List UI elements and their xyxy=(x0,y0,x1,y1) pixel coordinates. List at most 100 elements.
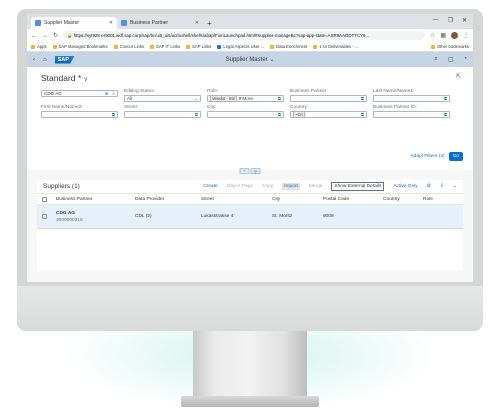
bookmark-folder[interactable]: SAP IT Links xyxy=(150,44,180,49)
sap-logo[interactable]: SAP xyxy=(54,55,75,64)
share-icon[interactable]: ⇱ xyxy=(456,73,461,80)
partner-id: 3000000316 xyxy=(56,217,83,223)
create-button[interactable]: Create xyxy=(203,184,217,189)
street-input[interactable]: ⧉ xyxy=(124,111,201,118)
star-icon[interactable]: ☆ xyxy=(430,32,435,39)
home-icon[interactable]: ⌂ xyxy=(43,57,47,63)
import-button[interactable]: Import xyxy=(282,183,300,190)
clear-icon[interactable]: ⊗ xyxy=(105,91,109,97)
merge-button[interactable]: Merge xyxy=(309,184,323,189)
search-icon[interactable]: ⌕ xyxy=(112,91,115,96)
pin-header-icon[interactable]: ⚲ xyxy=(250,168,261,174)
value-help-icon[interactable]: ⧉ xyxy=(112,112,115,117)
bookmark-folder[interactable]: Data Enrichment xyxy=(270,44,307,49)
data-provider-cell: CDL (2) xyxy=(135,214,152,219)
bookmark-folder[interactable]: 1 UI Deliverables - ... xyxy=(313,44,358,49)
value-help-icon[interactable]: ⧉ xyxy=(444,96,447,101)
reload-icon[interactable]: ↻ xyxy=(53,32,58,39)
value-help-icon[interactable]: ⧉ xyxy=(361,96,364,101)
back-icon[interactable]: ‹ xyxy=(33,57,35,63)
new-tab-icon[interactable]: + xyxy=(207,19,212,28)
select-value: All xyxy=(127,96,133,101)
business-partner-input[interactable]: ⧉ xyxy=(290,95,367,102)
value-help-icon[interactable]: ⧉ xyxy=(278,96,281,101)
forward-icon[interactable]: → xyxy=(42,33,48,39)
show-external-details-button[interactable]: Show External Details xyxy=(331,182,385,191)
country-input[interactable]: ~Cn ⧉ xyxy=(290,111,367,118)
minimize-icon[interactable]: — xyxy=(433,17,439,24)
select-all-checkbox[interactable] xyxy=(42,196,47,202)
value-help-icon[interactable]: ⧉ xyxy=(195,112,198,117)
lock-icon: 🔒 xyxy=(67,32,74,38)
notifications-icon[interactable]: ▢ xyxy=(448,56,454,63)
bookmark-folder[interactable]: Concur Links xyxy=(113,44,144,49)
chevron-down-icon: ⌄ xyxy=(194,95,198,101)
url-text: https://syt928-er9001.wdf.sap.corp/sap/b… xyxy=(73,33,370,38)
table-row[interactable]: ✓ CDG AG 3000000316 CDL (2) Lukasstrasse… xyxy=(37,205,463,229)
bookmark-folder[interactable]: SAP Links xyxy=(186,44,211,49)
active-only-button[interactable]: Active Only xyxy=(393,184,417,189)
filter-label: Business Partner ID: xyxy=(373,105,417,110)
bookmark-label: 1 UI Deliverables - ... xyxy=(319,44,359,49)
adapt-filters-button[interactable]: Adapt Filters (3) xyxy=(410,154,444,159)
object-page-button[interactable]: Object Page xyxy=(227,184,253,189)
close-tab-icon[interactable]: ✕ xyxy=(109,20,113,26)
value-help-icon[interactable]: ⧉ xyxy=(361,112,364,117)
app-title[interactable]: Supplier Master ⌄ xyxy=(226,56,275,63)
column-header[interactable]: Country xyxy=(383,197,423,202)
bookmark-label: Legal Aspects User ... xyxy=(223,44,265,49)
go-button[interactable]: Go xyxy=(448,152,463,161)
export-icon[interactable]: ⇩ xyxy=(440,184,444,189)
value-help-icon[interactable]: ⧉ xyxy=(278,112,281,117)
close-window-icon[interactable]: ✕ xyxy=(462,17,467,24)
role-multi-input[interactable]: Vendor - Intl 9 More ⧉ xyxy=(207,95,284,102)
filter-bar: Standard * ∨ ⇱ CDG AG ⊗ ⌕ Editing Status… xyxy=(27,67,473,174)
more-tokens-link[interactable]: 9 More xyxy=(239,96,253,101)
row-checkbox[interactable]: ✓ xyxy=(42,214,47,219)
header-toggle: ⌃ ⚲ xyxy=(239,168,261,174)
browser-tab-supplier-master[interactable]: Supplier Master ✕ xyxy=(31,17,117,29)
bookmark-label: SAP Managed Bookmarks xyxy=(58,44,108,49)
column-header[interactable]: Business Partner xyxy=(56,197,135,202)
bookmark-label: Other bookmarks xyxy=(436,44,469,49)
settings-icon[interactable]: ⚙ xyxy=(427,184,431,189)
search-icon[interactable]: ⌕ xyxy=(434,56,437,63)
country-token[interactable]: ~Cn xyxy=(293,111,305,118)
copy-button[interactable]: Copy xyxy=(262,184,273,189)
column-header[interactable]: Role xyxy=(423,197,451,202)
column-header[interactable]: Data Provider xyxy=(135,197,201,202)
variant-selector[interactable]: Standard * ∨ xyxy=(41,73,459,83)
folder-icon xyxy=(430,44,435,49)
search-input[interactable]: CDG AG ⊗ ⌕ xyxy=(41,90,118,97)
filter-fields: CDG AG ⊗ ⌕ Editing Status: All ⌄ Role: V… xyxy=(41,89,459,118)
user-icon[interactable]: ◔ xyxy=(463,56,467,63)
business-partner-id-input[interactable]: ⧉ xyxy=(373,111,450,118)
bookmark-link[interactable]: Legal Aspects User ... xyxy=(217,44,264,49)
role-token[interactable]: Vendor - Intl xyxy=(210,95,237,102)
bookmark-apps[interactable]: Apps xyxy=(31,44,47,49)
menu-icon[interactable]: ⋮ xyxy=(463,32,469,39)
collapse-header-icon[interactable]: ⌃ xyxy=(239,168,250,174)
editing-status-select[interactable]: All ⌄ xyxy=(124,95,201,102)
folder-icon xyxy=(313,44,318,49)
column-header[interactable]: Street xyxy=(201,197,272,202)
chevron-down-icon[interactable]: ⌄ xyxy=(453,184,457,189)
bookmark-folder[interactable]: SAP Managed Bookmarks xyxy=(52,44,108,49)
value-help-icon[interactable]: ⧉ xyxy=(444,112,447,117)
column-header[interactable]: City xyxy=(272,197,323,202)
url-field[interactable]: 🔒 https://syt928-er9001.wdf.sap.corp/sap… xyxy=(63,31,425,40)
filter-search: CDG AG ⊗ ⌕ xyxy=(41,89,118,102)
table-title: Suppliers (1) xyxy=(43,183,80,190)
profile-avatar[interactable] xyxy=(451,32,458,39)
maximize-icon[interactable]: ❐ xyxy=(448,17,453,24)
close-tab-icon[interactable]: ✕ xyxy=(195,20,199,26)
sap-favicon-icon xyxy=(121,20,127,26)
first-name-input[interactable]: ⧉ xyxy=(41,111,118,118)
column-header[interactable]: Postal Code xyxy=(323,197,383,202)
extensions-icon[interactable]: ▦ xyxy=(440,32,446,39)
browser-tab-business-partner[interactable]: Business Partner ✕ xyxy=(117,17,203,29)
city-input[interactable]: ⧉ xyxy=(207,111,284,118)
bookmark-other[interactable]: Other bookmarks xyxy=(430,44,469,49)
last-name-input[interactable]: ⧉ xyxy=(373,95,450,102)
back-icon[interactable]: ← xyxy=(31,33,37,39)
